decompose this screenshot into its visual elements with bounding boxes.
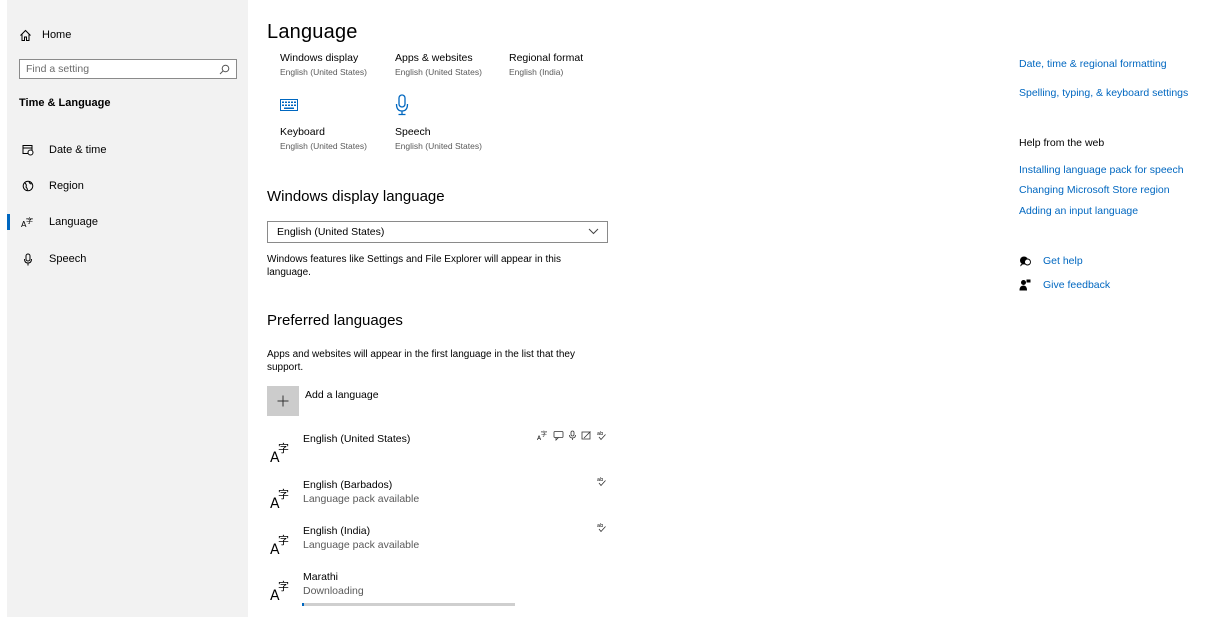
language-item-marathi[interactable]: A 字 Marathi Downloading <box>267 571 612 609</box>
sidebar-item-language[interactable]: A字 Language <box>7 211 248 233</box>
feedback-person-icon <box>1019 279 1031 291</box>
tile-speech[interactable]: Speech English (United States) <box>395 94 482 151</box>
display-language-dropdown[interactable]: English (United States) <box>267 221 608 243</box>
svg-text:字: 字 <box>278 533 289 547</box>
language-icon: A 字 <box>270 579 289 601</box>
display-language-feature-icon: A字 <box>537 430 547 441</box>
link-date-time-regional[interactable]: Date, time & regional formatting <box>1019 58 1167 70</box>
tile-title: Keyboard <box>280 126 325 138</box>
microphone-icon <box>20 253 36 266</box>
add-language-label: Add a language <box>305 389 379 401</box>
sidebar-item-date-time[interactable]: Date & time <box>7 139 248 161</box>
give-feedback-link[interactable]: Give feedback <box>1019 279 1110 291</box>
get-help-label: Get help <box>1043 255 1083 267</box>
svg-text:ab: ab <box>597 477 603 483</box>
svg-text:ab: ab <box>597 523 603 529</box>
tile-apps-websites[interactable]: Apps & websites English (United States) <box>395 52 482 77</box>
link-add-input-language[interactable]: Adding an input language <box>1019 205 1138 217</box>
link-spelling-typing-keyboard[interactable]: Spelling, typing, & keyboard settings <box>1019 87 1188 99</box>
microphone-icon <box>395 94 409 116</box>
svg-text:字: 字 <box>278 487 289 501</box>
svg-text:字: 字 <box>541 430 547 438</box>
text-to-speech-feature-icon <box>553 431 564 441</box>
link-install-language-pack[interactable]: Installing language pack for speech <box>1019 164 1184 176</box>
svg-text:字: 字 <box>278 579 289 593</box>
language-icon: A 字 <box>270 441 289 463</box>
download-progress-fill <box>302 603 305 606</box>
keyboard-icon <box>280 99 298 111</box>
preferred-languages-heading: Preferred languages <box>267 312 403 329</box>
help-heading: Help from the web <box>1019 137 1105 149</box>
search-box[interactable] <box>19 59 237 79</box>
sidebar-item-speech[interactable]: Speech <box>7 248 248 270</box>
language-icon: A 字 <box>270 533 289 555</box>
language-icon: A字 <box>20 216 36 228</box>
home-label: Home <box>42 29 72 41</box>
language-status: Language pack available <box>303 493 420 505</box>
svg-text:字: 字 <box>26 216 33 225</box>
language-features: A字 ab <box>537 430 607 441</box>
calendar-clock-icon <box>20 144 36 156</box>
language-status: Language pack available <box>303 539 420 551</box>
sidebar-item-label: Speech <box>49 253 87 265</box>
svg-text:ab: ab <box>597 431 603 437</box>
spell-check-feature-icon: ab <box>597 431 606 441</box>
preferred-languages-description: Apps and websites will appear in the fir… <box>267 349 575 373</box>
sidebar-item-region[interactable]: Region <box>7 175 248 197</box>
plus-icon <box>267 386 299 416</box>
active-indicator <box>7 214 10 230</box>
tile-subtitle: English (United States) <box>280 141 367 151</box>
search-input[interactable] <box>20 63 216 75</box>
tile-subtitle: English (United States) <box>395 67 482 77</box>
dropdown-value: English (United States) <box>277 226 385 238</box>
sidebar-item-label: Region <box>49 180 84 192</box>
tile-subtitle: English (United States) <box>280 67 367 77</box>
language-features: ab <box>596 522 607 533</box>
spell-check-feature-icon: ab <box>597 523 606 533</box>
tile-title: Speech <box>395 126 431 138</box>
section-title: Time & Language <box>19 97 111 109</box>
svg-text:字: 字 <box>278 441 289 455</box>
sidebar-item-label: Language <box>49 216 98 228</box>
tile-subtitle: English (United States) <box>395 141 482 151</box>
settings-window: Home Time & Language Date & time Region <box>0 0 1206 617</box>
home-nav-item[interactable]: Home <box>19 26 71 44</box>
download-progress-bar <box>302 603 515 606</box>
spell-check-feature-icon: ab <box>597 477 606 487</box>
tile-title: Regional format <box>509 52 584 64</box>
page-title: Language <box>267 21 358 43</box>
language-icon: A 字 <box>270 487 289 509</box>
display-language-heading: Windows display language <box>267 188 445 205</box>
home-icon <box>20 29 31 41</box>
language-name: English (Barbados) <box>303 479 393 491</box>
sidebar-item-label: Date & time <box>49 144 107 156</box>
tile-title: Apps & websites <box>395 52 473 64</box>
give-feedback-label: Give feedback <box>1043 279 1111 291</box>
chat-help-icon <box>1020 256 1031 266</box>
speech-recognition-feature-icon <box>569 430 576 440</box>
display-language-description: Windows features like Settings and File … <box>267 254 562 278</box>
language-name: English (United States) <box>303 433 411 445</box>
tile-keyboard[interactable]: Keyboard English (United States) <box>280 98 367 151</box>
language-item-english-barbados[interactable]: A 字 English (Barbados) Language pack ava… <box>267 476 612 517</box>
language-features: ab <box>596 476 607 487</box>
tile-title: Windows display <box>280 52 359 64</box>
search-icon[interactable] <box>219 64 230 75</box>
tile-subtitle: English (India) <box>509 67 564 77</box>
language-name: Marathi <box>303 571 339 583</box>
chevron-down-icon <box>588 228 599 235</box>
get-help-link[interactable]: Get help <box>1019 255 1083 267</box>
globe-icon <box>20 180 36 192</box>
tile-windows-display[interactable]: Windows display English (United States) <box>280 52 367 77</box>
language-item-english-india[interactable]: A 字 English (India) Language pack availa… <box>267 522 612 563</box>
language-item-english-us[interactable]: A 字 English (United States) A字 ab <box>267 430 612 471</box>
tile-regional-format[interactable]: Regional format English (India) <box>509 52 583 77</box>
sidebar: Home Time & Language Date & time Region <box>7 0 248 617</box>
language-name: English (India) <box>303 525 371 537</box>
add-language-button[interactable]: Add a language <box>267 386 379 416</box>
handwriting-feature-icon <box>581 431 591 440</box>
link-change-store-region[interactable]: Changing Microsoft Store region <box>1019 184 1170 196</box>
language-status: Downloading <box>303 585 364 597</box>
